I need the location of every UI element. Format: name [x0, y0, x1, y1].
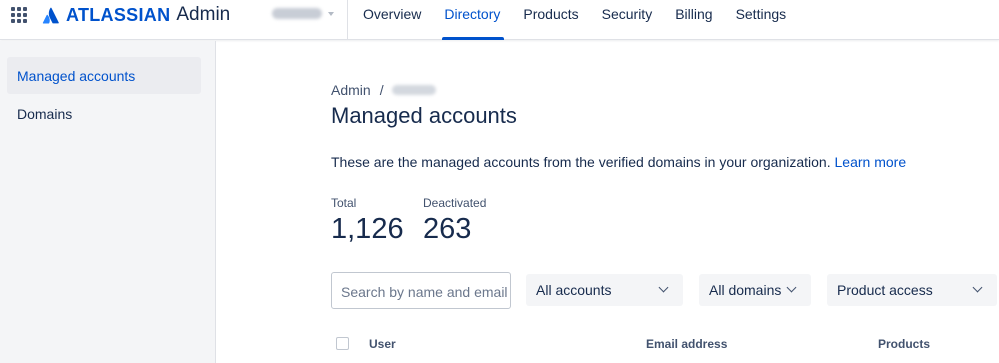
chevron-down-icon [786, 282, 797, 293]
chevron-down-icon [972, 282, 983, 293]
accounts-filter-select[interactable]: All accounts [526, 274, 683, 306]
top-navigation: ATLASSIAN Admin Overview Directory Produ… [0, 0, 999, 40]
learn-more-link[interactable]: Learn more [835, 154, 907, 170]
product-access-filter-select[interactable]: Product access [827, 274, 997, 306]
main-nav: Overview Directory Products Security Bil… [363, 0, 809, 40]
search-input[interactable]: Search by name and email [331, 272, 511, 309]
chevron-down-icon [328, 11, 334, 16]
page-description: These are the managed accounts from the … [331, 154, 906, 170]
table-header: User Email address Products [331, 336, 999, 360]
nav-tab-settings[interactable]: Settings [736, 0, 787, 40]
accounts-filter-value: All accounts [536, 282, 612, 298]
nav-tab-billing[interactable]: Billing [675, 0, 712, 40]
page-title: Managed accounts [331, 103, 517, 128]
nav-tab-products[interactable]: Products [523, 0, 578, 40]
select-all-checkbox[interactable] [336, 337, 349, 350]
org-name-redacted [272, 8, 322, 19]
chevron-down-icon [658, 282, 669, 293]
breadcrumb: Admin / [331, 82, 436, 98]
nav-tab-security[interactable]: Security [602, 0, 653, 40]
nav-tab-directory[interactable]: Directory [442, 0, 505, 40]
logo-brand-text: ATLASSIAN [66, 4, 171, 25]
breadcrumb-separator: / [379, 82, 384, 98]
description-text: These are the managed accounts from the … [331, 154, 831, 170]
sidebar-item-managed-accounts[interactable]: Managed accounts [7, 57, 201, 94]
app-switcher-icon[interactable] [11, 7, 27, 23]
domains-filter-select[interactable]: All domains [699, 274, 811, 306]
sidebar-item-domains[interactable]: Domains [7, 95, 201, 132]
breadcrumb-admin-link[interactable]: Admin [331, 82, 371, 98]
org-switcher[interactable] [272, 8, 334, 19]
atlassian-logo-icon [42, 7, 59, 23]
stat-deactivated-label: Deactivated [423, 196, 487, 210]
breadcrumb-org-redacted[interactable] [391, 85, 436, 95]
sidebar: Managed accounts Domains [0, 41, 216, 363]
nav-divider [347, 0, 348, 40]
logo-product-text: Admin [176, 4, 231, 25]
main-content: Admin / Managed accounts These are the m… [331, 41, 999, 363]
atlassian-logo[interactable]: ATLASSIAN Admin [42, 4, 230, 26]
domains-filter-value: All domains [709, 282, 782, 298]
column-header-user[interactable]: User [369, 337, 396, 351]
column-header-email[interactable]: Email address [646, 337, 727, 351]
stat-total-label: Total [331, 196, 357, 210]
stat-deactivated-value: 263 [423, 213, 472, 245]
column-header-products[interactable]: Products [878, 337, 930, 351]
nav-tab-overview[interactable]: Overview [363, 0, 421, 40]
stat-total-value: 1,126 [331, 213, 404, 245]
product-access-filter-value: Product access [837, 282, 933, 298]
